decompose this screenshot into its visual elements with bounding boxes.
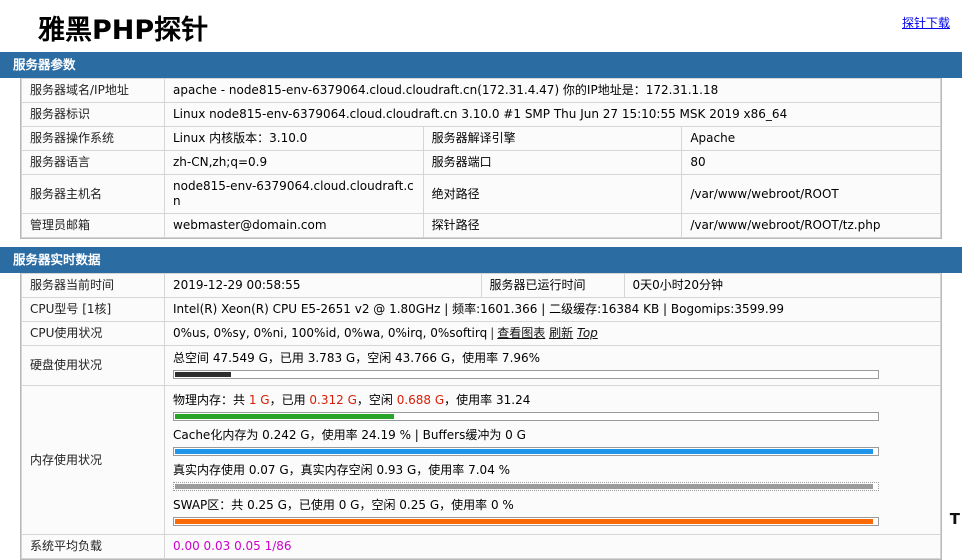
table-row: 内存使用状况 物理内存：共 1 G，已用 0.312 G，空闲 0.688 G，… (21, 385, 941, 535)
table-row: CPU使用状况 0%us, 0%sy, 0%ni, 100%id, 0%wa, … (21, 321, 941, 346)
server-params-section: 服务器参数 服务器域名/IP地址 apache - node815-env-63… (0, 52, 962, 239)
physical-memory-total: 1 G (248, 393, 270, 407)
table-row: 服务器操作系统 Linux 内核版本：3.10.0 服务器解译引擎 Apache (21, 126, 941, 151)
cache-memory-bar-wrap (173, 447, 934, 456)
memory-usage-value: 物理内存：共 1 G，已用 0.312 G，空闲 0.688 G，使用率 31.… (164, 385, 941, 535)
row-value-secondary: /var/www/webroot/ROOT (681, 174, 941, 214)
cache-memory-progressbar (173, 447, 879, 456)
cpu-usage-value: 0%us, 0%sy, 0%ni, 100%id, 0%wa, 0%irq, 0… (164, 321, 941, 346)
uptime-value: 0天0小时20分钟 (623, 273, 941, 298)
real-memory-progress-fill (175, 484, 874, 489)
row-label-secondary: 服务器解译引擎 (422, 126, 683, 151)
row-value: Linux node815-env-6379064.cloud.cloudraf… (164, 102, 941, 127)
realtime-section: 服务器实时数据 服务器当前时间 2019-12-29 00:58:55 服务器已… (0, 247, 962, 560)
page-header: 雅黑PHP探针 探针下载 (0, 0, 962, 50)
row-label: 服务器操作系统 (21, 126, 165, 151)
row-value-secondary: 80 (681, 150, 941, 175)
row-label: 服务器语言 (21, 150, 165, 175)
server-params-table: 服务器域名/IP地址 apache - node815-env-6379064.… (21, 78, 941, 238)
table-row: 服务器主机名 node815-env-6379064.cloud.cloudra… (21, 174, 941, 214)
load-average-label: 系统平均负载 (21, 534, 165, 559)
separator: | (490, 326, 495, 340)
disk-usage-progress-fill (175, 372, 231, 377)
download-probe-link[interactable]: 探针下载 (902, 14, 950, 31)
table-row: 服务器语言 zh-CN,zh;q=0.9 服务器端口 80 (21, 150, 941, 175)
cpu-usage-label: CPU使用状况 (21, 321, 165, 346)
table-row: 管理员邮箱 webmaster@domain.com 探针路径 /var/www… (21, 213, 941, 238)
cache-memory-block: Cache化内存为 0.242 G，使用率 24.19 % | Buffers缓… (173, 425, 934, 460)
table-row: 系统平均负载 0.00 0.03 0.05 1/86 (21, 534, 941, 559)
load-average-text: 0.00 0.03 0.05 1/86 (173, 539, 292, 553)
real-memory-block: 真实内存使用 0.07 G，真实内存空闲 0.93 G，使用率 7.04 % (173, 460, 934, 495)
row-label-secondary: 服务器端口 (422, 150, 683, 175)
row-value: webmaster@domain.com (164, 213, 424, 238)
real-memory-progressbar (173, 482, 879, 491)
current-time-label: 服务器当前时间 (21, 273, 165, 298)
row-value: zh-CN,zh;q=0.9 (164, 150, 424, 175)
server-params-title: 服务器参数 (0, 52, 962, 78)
real-memory-text: 真实内存使用 0.07 G，真实内存空闲 0.93 G，使用率 7.04 % (173, 463, 511, 477)
table-row: CPU型号 [1核] Intel(R) Xeon(R) CPU E5-2651 … (21, 297, 941, 322)
row-label: 服务器域名/IP地址 (21, 78, 165, 103)
physical-memory-prefix: 物理内存：共 (173, 393, 249, 407)
server-params-panel: 服务器域名/IP地址 apache - node815-env-6379064.… (20, 78, 942, 239)
row-value-secondary: Apache (681, 126, 941, 151)
row-label: 服务器标识 (21, 102, 165, 127)
cpu-usage-text: 0%us, 0%sy, 0%ni, 100%id, 0%wa, 0%irq, 0… (173, 326, 488, 340)
swap-memory-block: SWAP区：共 0.25 G，已使用 0 G，空闲 0.25 G，使用率 0 % (173, 495, 934, 530)
disk-usage-text: 总空间 47.549 G，已用 3.783 G，空闲 43.766 G，使用率 … (173, 351, 541, 365)
disk-usage-label: 硬盘使用状况 (21, 345, 165, 386)
row-value: node815-env-6379064.cloud.cloudraft.cn (164, 174, 424, 214)
physical-memory-mid2: ，空闲 (356, 393, 397, 407)
uptime-label: 服务器已运行时间 (480, 273, 625, 298)
cpu-chart-link[interactable]: 查看图表 (497, 326, 545, 340)
row-value-secondary: /var/www/webroot/ROOT/tz.php (681, 213, 941, 238)
row-label: 管理员邮箱 (21, 213, 165, 238)
physical-memory-mid1: ，已用 (269, 393, 310, 407)
physical-memory-progressbar (173, 412, 879, 421)
cache-memory-text: Cache化内存为 0.242 G，使用率 24.19 % | Buffers缓… (173, 428, 526, 442)
row-label-secondary: 绝对路径 (422, 174, 683, 214)
swap-memory-bar-wrap (173, 517, 934, 526)
physical-memory-progress-fill (175, 414, 395, 419)
cpu-model-value: Intel(R) Xeon(R) CPU E5-2651 v2 @ 1.80GH… (164, 297, 941, 322)
realtime-table: 服务器当前时间 2019-12-29 00:58:55 服务器已运行时间 0天0… (21, 273, 941, 559)
table-row: 硬盘使用状况 总空间 47.549 G，已用 3.783 G，空闲 43.766… (21, 345, 941, 386)
table-row: 服务器域名/IP地址 apache - node815-env-6379064.… (21, 78, 941, 103)
swap-memory-progress-fill (175, 519, 874, 524)
disk-usage-progressbar (173, 370, 879, 379)
load-average-value: 0.00 0.03 0.05 1/86 (164, 534, 941, 559)
cpu-refresh-link[interactable]: 刷新 (549, 326, 573, 340)
row-value: Linux 内核版本：3.10.0 (164, 126, 424, 151)
disk-usage-bar-wrap (173, 370, 934, 379)
cache-memory-progress-fill (175, 449, 874, 454)
swap-memory-text: SWAP区：共 0.25 G，已使用 0 G，空闲 0.25 G，使用率 0 % (173, 498, 514, 512)
real-memory-bar-wrap (173, 482, 934, 491)
current-time-value: 2019-12-29 00:58:55 (164, 273, 482, 298)
table-row: 服务器标识 Linux node815-env-6379064.cloud.cl… (21, 102, 941, 127)
realtime-title: 服务器实时数据 (0, 247, 962, 273)
table-row: 服务器当前时间 2019-12-29 00:58:55 服务器已运行时间 0天0… (21, 273, 941, 298)
physical-memory-text: 物理内存：共 1 G，已用 0.312 G，空闲 0.688 G，使用率 31.… (173, 392, 934, 409)
memory-usage-label: 内存使用状况 (21, 385, 165, 535)
row-label: 服务器主机名 (21, 174, 165, 214)
row-label-secondary: 探针路径 (422, 213, 683, 238)
probe-page: 雅黑PHP探针 探针下载 服务器参数 服务器域名/IP地址 apache - n… (0, 0, 962, 560)
physical-memory-used: 0.312 G (309, 393, 357, 407)
row-value: apache - node815-env-6379064.cloud.cloud… (164, 78, 941, 103)
swap-memory-progressbar (173, 517, 879, 526)
physical-memory-block: 物理内存：共 1 G，已用 0.312 G，空闲 0.688 G，使用率 31.… (173, 390, 934, 425)
cpu-top-link[interactable]: Top (577, 326, 598, 340)
physical-memory-bar-wrap (173, 412, 934, 421)
physical-memory-suffix: ，使用率 31.24 (444, 393, 531, 407)
cpu-model-label: CPU型号 [1核] (21, 297, 165, 322)
physical-memory-free: 0.688 G (396, 393, 445, 407)
realtime-panel: 服务器当前时间 2019-12-29 00:58:55 服务器已运行时间 0天0… (20, 273, 942, 560)
disk-usage-value: 总空间 47.549 G，已用 3.783 G，空闲 43.766 G，使用率 … (164, 345, 941, 386)
page-title: 雅黑PHP探针 (38, 15, 209, 46)
